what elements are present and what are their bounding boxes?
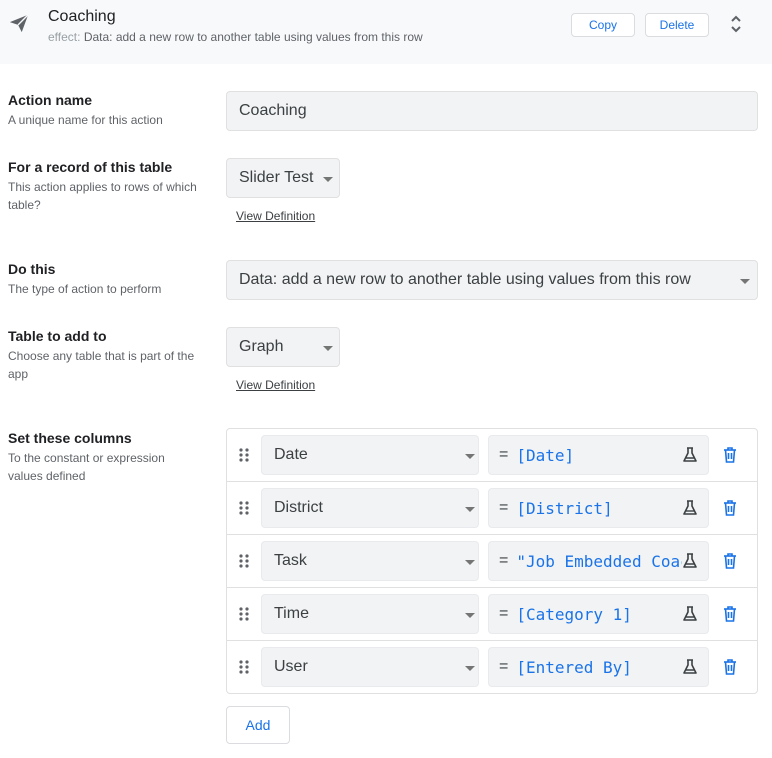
expression-input[interactable]: = [District] (488, 488, 709, 528)
record-table-value: Slider Test (239, 169, 314, 186)
equals-sign: = (499, 658, 509, 675)
column-name: Date (274, 446, 308, 463)
equals-sign: = (499, 605, 509, 622)
set-columns-desc: To the constant or expression values def… (8, 451, 165, 483)
column-name: District (274, 499, 323, 516)
caret-down-icon (465, 666, 475, 671)
caret-down-icon (465, 507, 475, 512)
expression-input[interactable]: = "Job Embedded Coaching" (488, 541, 709, 581)
drag-handle-icon[interactable] (239, 501, 249, 515)
table-to-add-select[interactable]: Graph (226, 327, 340, 367)
column-row: User = [Entered By] (227, 641, 757, 694)
column-row: Time = [Category 1] (227, 588, 757, 641)
expression-input[interactable]: = [Category 1] (488, 594, 709, 634)
do-this-label: Do this (8, 261, 56, 277)
flask-icon[interactable] (682, 447, 698, 463)
expression-input[interactable]: = [Entered By] (488, 647, 709, 687)
expression-value: [Date] (516, 445, 575, 465)
record-table-select[interactable]: Slider Test (226, 158, 340, 198)
view-definition-link[interactable]: View Definition (236, 378, 315, 392)
do-this-select[interactable]: Data: add a new row to another table usi… (226, 260, 758, 300)
column-row: Date = [Date] (227, 429, 757, 482)
drag-handle-icon[interactable] (239, 607, 249, 621)
caret-down-icon (465, 560, 475, 565)
caret-down-icon (323, 177, 333, 182)
equals-sign: = (499, 446, 509, 463)
flask-icon[interactable] (682, 659, 698, 675)
column-select[interactable]: District (261, 488, 479, 528)
caret-down-icon (323, 346, 333, 351)
equals-sign: = (499, 499, 509, 516)
action-name-desc: A unique name for this action (8, 113, 163, 127)
column-name: User (274, 658, 308, 675)
paper-plane-icon (9, 14, 29, 33)
table-to-add-label: Table to add to (8, 328, 107, 344)
delete-button[interactable]: Delete (645, 13, 709, 37)
do-this-desc: The type of action to perform (8, 282, 162, 296)
record-table-label: For a record of this table (8, 159, 173, 175)
action-name-label: Action name (8, 92, 93, 108)
column-assignments-list: Date = [Date] District = [District] Task =… (226, 428, 758, 694)
effect-text: Data: add a new row to another table usi… (83, 30, 423, 44)
set-columns-label: Set these columns (8, 430, 132, 446)
trash-icon[interactable] (723, 500, 737, 516)
column-select[interactable]: Date (261, 435, 479, 475)
column-row: District = [District] (227, 482, 757, 535)
column-name: Time (274, 605, 309, 622)
trash-icon[interactable] (723, 606, 737, 622)
column-row: Task = "Job Embedded Coaching" (227, 535, 757, 588)
column-select[interactable]: User (261, 647, 479, 687)
copy-button[interactable]: Copy (571, 13, 635, 37)
expression-input[interactable]: = [Date] (488, 435, 709, 475)
equals-sign: = (499, 552, 509, 569)
drag-handle-icon[interactable] (239, 660, 249, 674)
flask-icon[interactable] (682, 553, 698, 569)
expression-value: [Category 1] (516, 604, 632, 624)
action-title: Coaching (48, 8, 116, 25)
action-name-input[interactable]: Coaching (226, 91, 758, 131)
table-to-add-value: Graph (239, 338, 284, 355)
trash-icon[interactable] (723, 553, 737, 569)
trash-icon[interactable] (723, 659, 737, 675)
caret-down-icon (465, 613, 475, 618)
add-column-button[interactable]: Add (226, 706, 290, 744)
do-this-value: Data: add a new row to another table usi… (239, 271, 691, 288)
column-select[interactable]: Task (261, 541, 479, 581)
column-name: Task (274, 552, 307, 569)
action-effect: effect: Data: add a new row to another t… (48, 30, 423, 44)
unfold-icon[interactable] (726, 12, 746, 36)
expression-value: "Job Embedded Coaching" (516, 551, 682, 571)
drag-handle-icon[interactable] (239, 448, 249, 462)
drag-handle-icon[interactable] (239, 554, 249, 568)
table-to-add-desc: Choose any table that is part of the app (8, 349, 195, 381)
expression-value: [District] (516, 498, 613, 518)
flask-icon[interactable] (682, 500, 698, 516)
view-definition-link[interactable]: View Definition (236, 209, 315, 223)
action-header: Coaching effect: Data: add a new row to … (0, 0, 772, 64)
record-table-desc: This action applies to rows of which tab… (8, 180, 197, 212)
caret-down-icon (465, 454, 475, 459)
column-select[interactable]: Time (261, 594, 479, 634)
trash-icon[interactable] (723, 447, 737, 463)
effect-label: effect: (48, 30, 81, 44)
flask-icon[interactable] (682, 606, 698, 622)
expression-value: [Entered By] (516, 657, 632, 677)
caret-down-icon (740, 279, 750, 284)
